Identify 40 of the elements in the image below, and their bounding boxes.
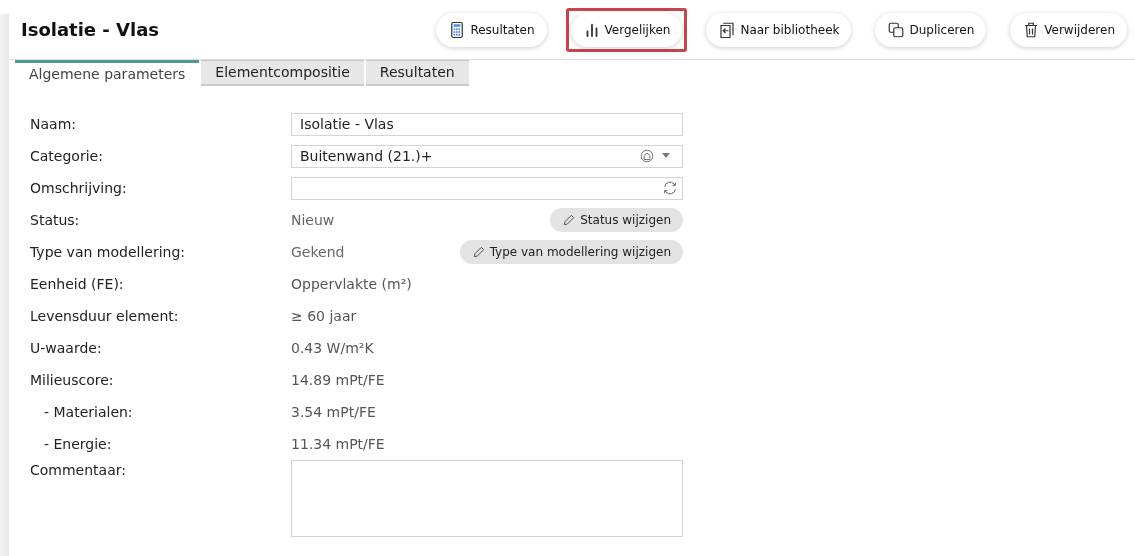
field-value: 3.54 mPt/FE <box>291 404 376 420</box>
name-field[interactable]: Isolatie - Vlas <box>291 112 683 136</box>
field-label: - Materialen: <box>43 402 134 422</box>
field-label: Categorie: <box>30 146 104 166</box>
field-label: Naam: <box>30 114 77 134</box>
field-label: Eenheid (FE): <box>30 274 125 294</box>
toolbar-button[interactable]: Vergelijken <box>570 12 683 47</box>
toolbar-button[interactable]: Verwijderen <box>1010 12 1127 47</box>
field-label: Type van modellering: <box>30 242 186 262</box>
toolbar-button[interactable]: Naar bibliotheek <box>706 12 852 47</box>
field-value: Nieuw <box>291 210 335 230</box>
field-label: Status: <box>30 210 81 230</box>
comment-field[interactable] <box>291 460 683 537</box>
toolbar-button[interactable]: Dupliceren <box>875 12 987 47</box>
category-dropdown[interactable]: Buitenwand (21.)+ <box>291 144 683 168</box>
field-label: Levensduur element: <box>30 306 180 326</box>
field-value: Gekend <box>291 242 345 262</box>
tab[interactable]: Resultaten <box>365 60 469 86</box>
change-button[interactable]: Status wijzigen <box>550 208 683 232</box>
field-value: Oppervlakte (m²) <box>291 276 412 292</box>
refresh-icon <box>662 180 678 196</box>
field-label: Milieuscore: <box>30 370 115 390</box>
page-title: Isolatie - Vlas <box>21 18 161 42</box>
field-label: Commentaar: <box>30 461 127 480</box>
field-value: 11.34 mPt/FE <box>291 436 385 452</box>
caret-icon <box>662 153 670 159</box>
field-value: 0.43 W/m²K <box>291 340 374 356</box>
field-value: ≥ 60 jaar <box>291 308 357 324</box>
pencil-icon <box>471 245 486 259</box>
tab[interactable]: Elementcompositie <box>201 60 364 86</box>
copy-icon <box>887 20 906 39</box>
field-label: Omschrijving: <box>30 178 128 198</box>
pencil-icon <box>562 213 577 227</box>
description-field[interactable] <box>291 176 683 200</box>
field-label: - Energie: <box>43 434 113 454</box>
book-arrow-icon <box>718 20 737 39</box>
change-button[interactable]: Type van modellering wijzigen <box>459 240 683 264</box>
field-label: U-waarde: <box>30 338 103 358</box>
toolbar-button[interactable]: Resultaten <box>436 12 547 47</box>
field-value: 14.89 mPt/FE <box>291 372 385 388</box>
